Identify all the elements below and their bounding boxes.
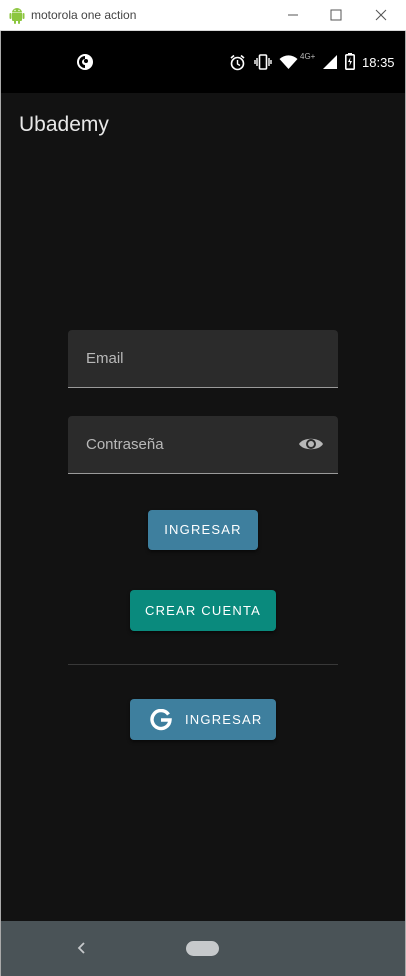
- notification-icon: [77, 54, 93, 70]
- home-pill-icon[interactable]: [186, 941, 219, 956]
- window-title: motorola one action: [31, 8, 137, 22]
- status-bar: 4G+ 18:35: [1, 31, 405, 93]
- google-login-button-label: INGRESAR: [185, 712, 263, 727]
- wifi-icon: [279, 55, 298, 69]
- signal-icon: [323, 55, 337, 69]
- google-icon: [150, 709, 172, 731]
- vibrate-icon: [254, 54, 272, 70]
- android-icon: [9, 8, 25, 24]
- eye-icon[interactable]: [298, 434, 324, 454]
- create-account-button[interactable]: CREAR CUENTA: [130, 590, 276, 631]
- alarm-icon: [230, 54, 245, 71]
- network-type-label: 4G+: [300, 52, 316, 61]
- login-button[interactable]: INGRESAR: [148, 510, 258, 550]
- password-placeholder: Contraseña: [86, 436, 164, 453]
- divider: [68, 664, 338, 665]
- maximize-icon[interactable]: [327, 6, 345, 24]
- app-bar: Ubademy: [1, 93, 405, 157]
- create-account-button-label: CREAR CUENTA: [144, 603, 261, 618]
- close-icon[interactable]: [372, 6, 390, 24]
- email-field[interactable]: Email: [68, 330, 338, 388]
- back-icon[interactable]: [74, 940, 88, 956]
- minimize-icon[interactable]: [284, 6, 302, 24]
- google-login-button[interactable]: INGRESAR: [130, 699, 276, 740]
- status-time: 18:35: [362, 55, 395, 70]
- window-border-left: [0, 31, 1, 976]
- battery-icon: [345, 53, 355, 70]
- window-titlebar: motorola one action: [0, 0, 406, 31]
- password-field[interactable]: Contraseña: [68, 416, 338, 474]
- app-title: Ubademy: [19, 113, 109, 136]
- login-button-label: INGRESAR: [164, 522, 242, 537]
- email-placeholder: Email: [86, 350, 124, 367]
